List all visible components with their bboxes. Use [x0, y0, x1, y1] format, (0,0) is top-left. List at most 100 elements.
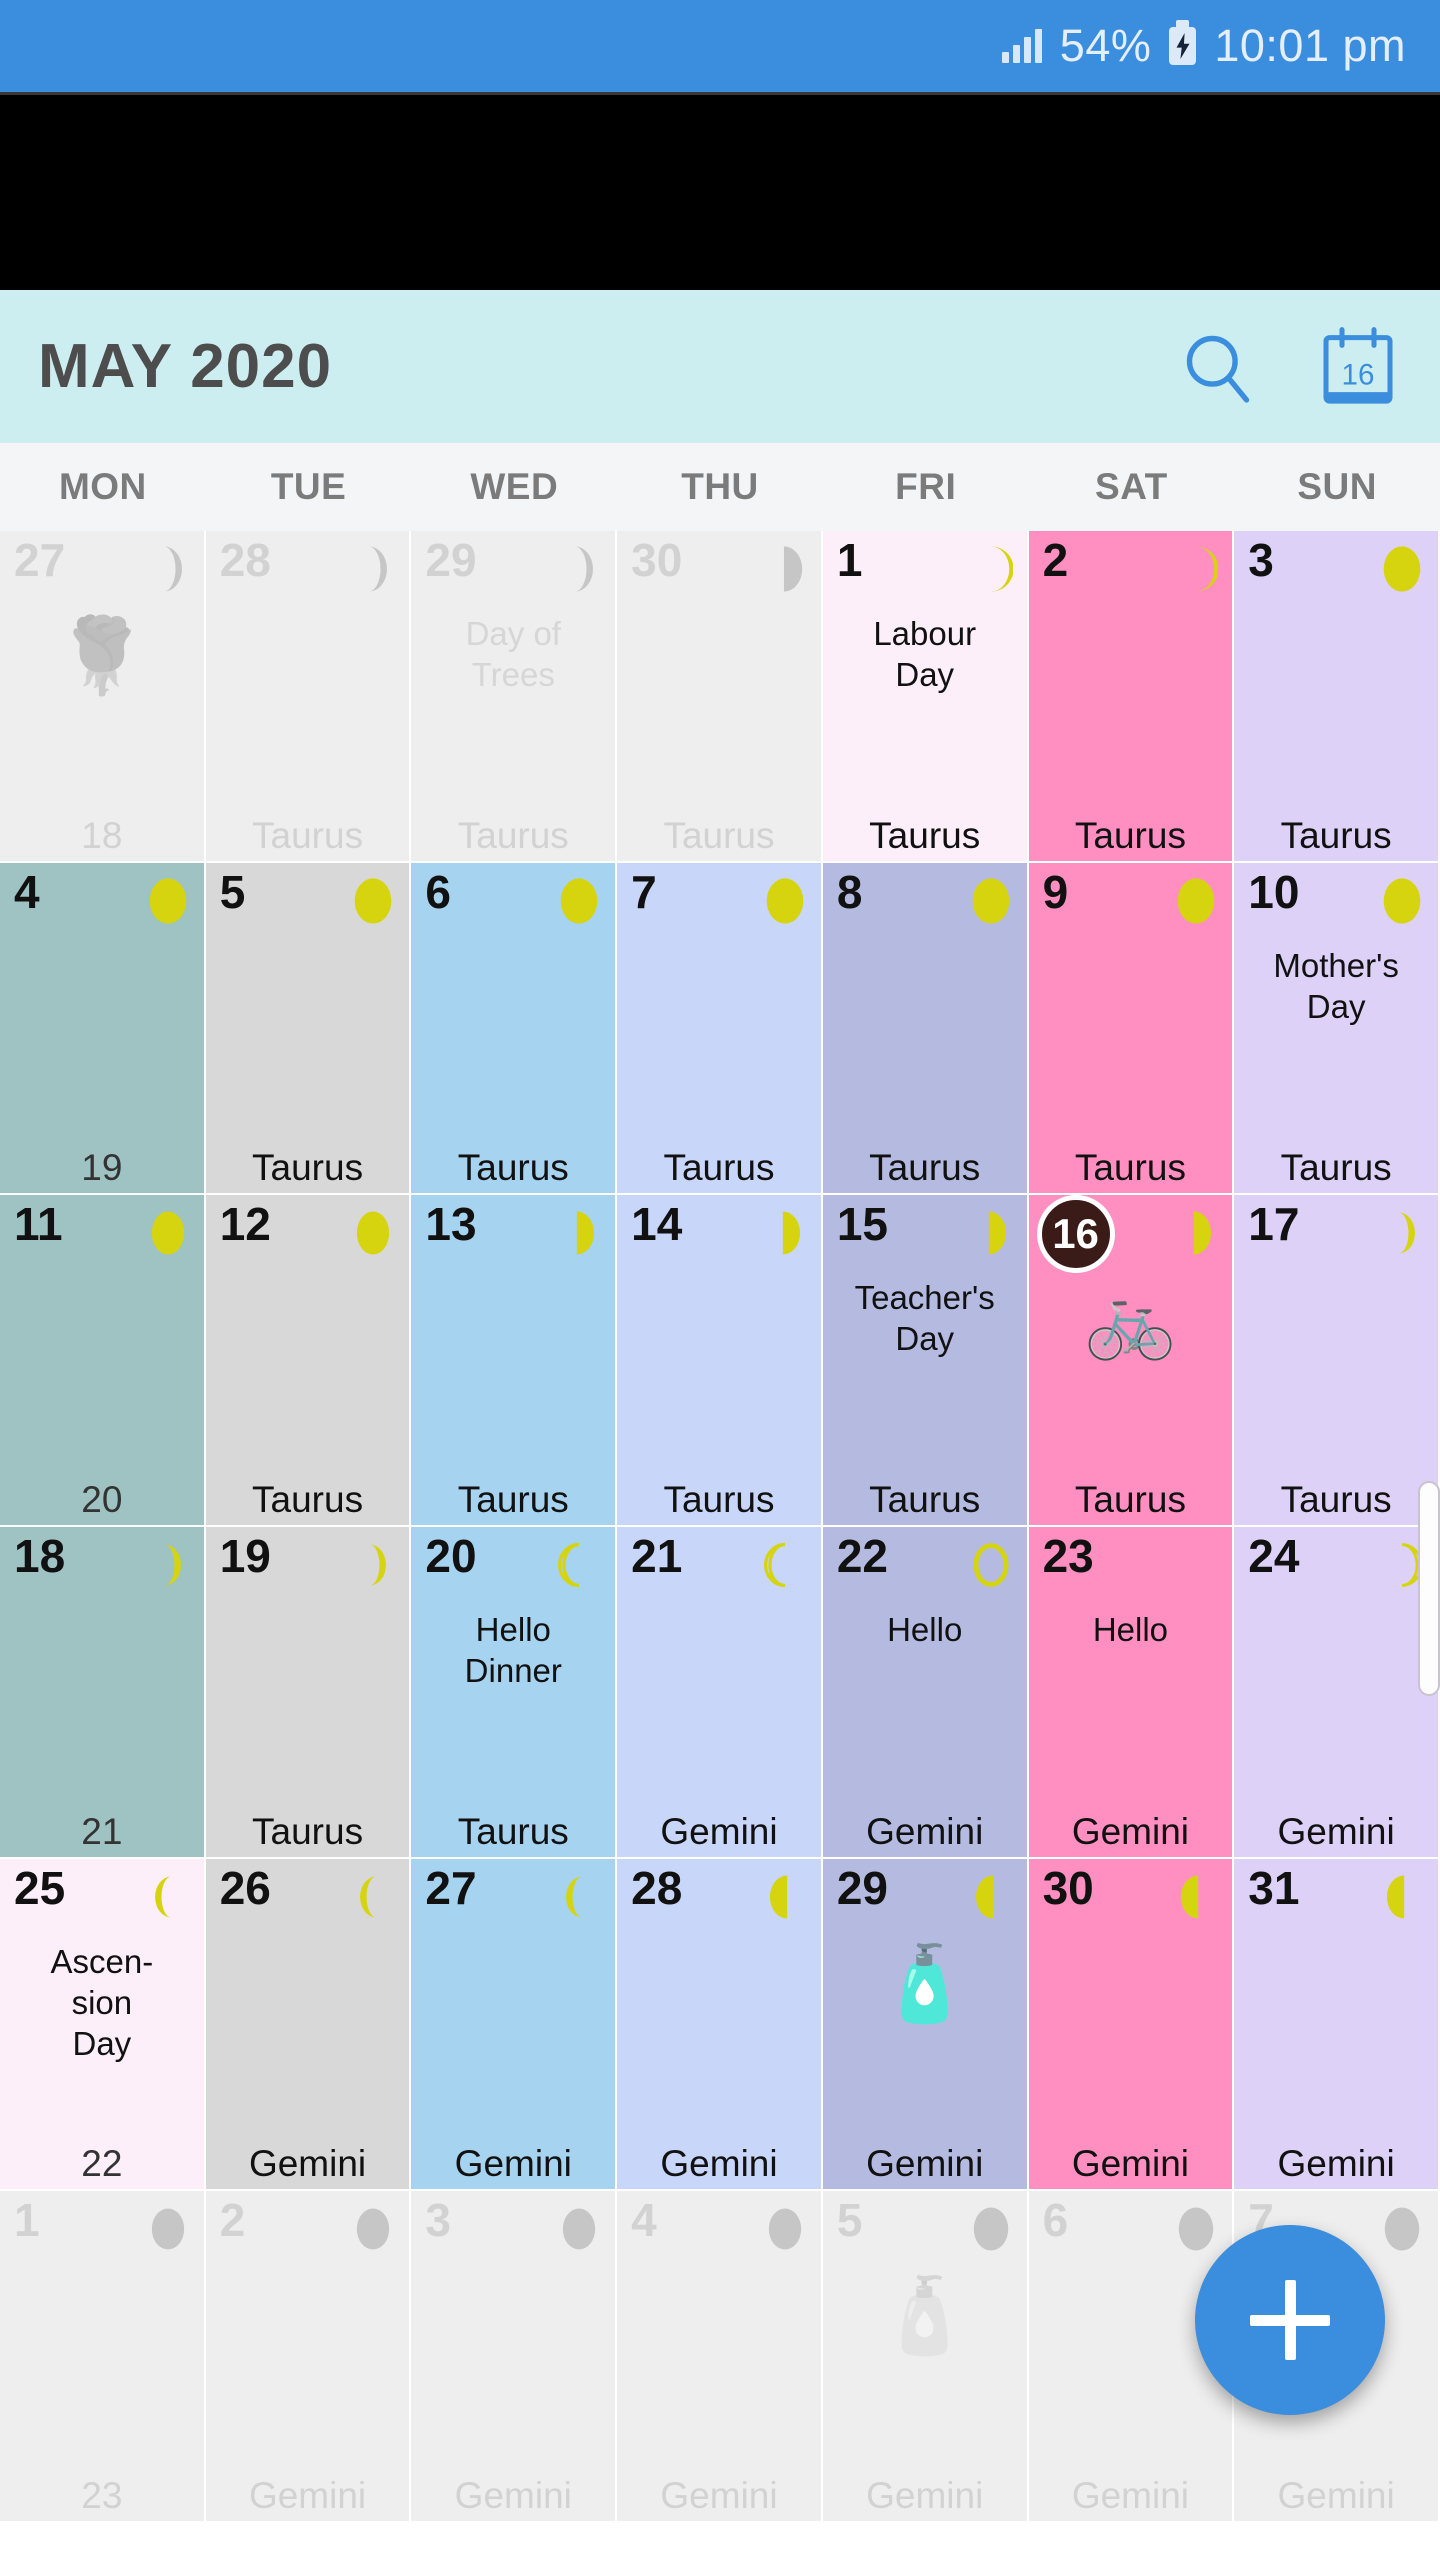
week-number-label: 21 [81, 1811, 123, 1852]
day-cell-21[interactable]: 21 Gemini [617, 1527, 823, 1859]
moon-phase-icon-waning-gibbous [1174, 541, 1219, 597]
day-cell-25[interactable]: 25 Ascen-sion Day 22 [0, 1859, 206, 2191]
moon-phase-icon-waxing-gibbous-g [351, 2201, 395, 2257]
event-emoji-icon: 🧴 [878, 2274, 971, 2357]
moon-phase-icon-full [969, 873, 1013, 929]
day-cell-28[interactable]: 28 Gemini [617, 1859, 823, 2191]
day-cell-1[interactable]: 1 Labour Day Taurus [822, 531, 1029, 863]
zodiac-sign-label: Taurus [1280, 815, 1392, 856]
day-events [415, 947, 611, 1133]
day-events: 🧴 [827, 2275, 1023, 2461]
day-cell-3-other-month[interactable]: 3 Gemini [411, 2191, 618, 2523]
day-number: 27 [14, 534, 66, 586]
event-label[interactable]: Hello [415, 1611, 611, 1650]
day-cell-5[interactable]: 5 Taurus [205, 863, 412, 1195]
day-cell-18[interactable]: 18 21 [0, 1527, 206, 1859]
day-events [415, 1279, 611, 1465]
day-cell-4-other-month[interactable]: 4 Gemini [617, 2191, 823, 2523]
day-cell-2[interactable]: 2 Taurus [1028, 531, 1235, 863]
event-emoji-icon: 🌹 [55, 614, 148, 697]
day-number: 26 [219, 1862, 271, 1914]
battery-percent-label: 54% [1059, 20, 1152, 71]
day-cell-4[interactable]: 4 19 [0, 863, 206, 1195]
vertical-scrollbar-thumb[interactable] [1418, 1481, 1440, 1696]
moon-phase-icon-full [351, 873, 395, 929]
day-events [1033, 615, 1229, 801]
day-cell-10[interactable]: 10 Mother's Day Taurus [1234, 863, 1440, 1195]
signal-bars-icon [1001, 29, 1042, 63]
calendar-today-icon[interactable]: 16 [1314, 323, 1402, 411]
day-number: 3 [1248, 534, 1274, 586]
event-label[interactable]: Labour [827, 615, 1023, 654]
search-icon[interactable] [1174, 323, 1262, 411]
day-number: 23 [1042, 1530, 1094, 1582]
day-number: 21 [631, 1530, 683, 1582]
day-cell-2-other-month[interactable]: 2 Gemini [205, 2191, 412, 2523]
moon-phase-icon-new [969, 1537, 1013, 1593]
event-label[interactable]: Teacher's [827, 1279, 1023, 1318]
day-cell-28-other-month[interactable]: 28 Taurus [205, 531, 412, 863]
day-number: 28 [219, 534, 271, 586]
day-cell-23[interactable]: 23 Hello Gemini [1028, 1527, 1235, 1859]
day-cell-22[interactable]: 22 Hello Gemini [822, 1527, 1029, 1859]
day-cell-29[interactable]: 29 🧴 Gemini [822, 1859, 1029, 2191]
day-events [621, 1279, 817, 1465]
weekday-sat: SAT [1095, 466, 1168, 507]
event-label[interactable]: Dinner [415, 1652, 611, 1691]
day-cell-29-other-month[interactable]: 29 Day of Trees Taurus [411, 531, 618, 863]
event-label[interactable]: Day of [415, 615, 611, 654]
day-cell-5-other-month[interactable]: 5 🧴 Gemini [822, 2191, 1029, 2523]
day-cell-30[interactable]: 30 Gemini [1028, 1859, 1235, 2191]
moon-phase-icon-full [1380, 873, 1424, 929]
day-cell-31[interactable]: 31 Gemini [1234, 1859, 1440, 2191]
day-number: 30 [1042, 1862, 1094, 1914]
day-cell-30-other-month[interactable]: 30 Taurus [617, 531, 823, 863]
day-cell-27[interactable]: 27 Gemini [411, 1859, 618, 2191]
event-label[interactable]: Hello [827, 1611, 1023, 1650]
event-label[interactable]: sion [4, 1984, 200, 2023]
day-cell-8[interactable]: 8 Taurus [822, 863, 1029, 1195]
status-bar: 54% 10:01 pm [0, 0, 1440, 92]
day-cell-20[interactable]: 20 Hello Dinner Taurus [411, 1527, 618, 1859]
day-cell-24[interactable]: 24 Gemini [1234, 1527, 1440, 1859]
zodiac-sign-label: Taurus [663, 1479, 775, 1520]
zodiac-sign-label: Taurus [457, 1147, 569, 1188]
day-cell-9[interactable]: 9 Taurus [1028, 863, 1235, 1195]
day-cell-11[interactable]: 11 20 [0, 1195, 206, 1527]
day-cell-3[interactable]: 3 Taurus [1234, 531, 1440, 863]
day-cell-15[interactable]: 15 Teacher's Day Taurus [822, 1195, 1029, 1527]
day-cell-19[interactable]: 19 Taurus [205, 1527, 412, 1859]
add-event-button[interactable] [1195, 2225, 1385, 2415]
day-cell-27-other-month[interactable]: 27 🌹 18 [0, 531, 206, 863]
week-number-label: 18 [81, 815, 123, 856]
zodiac-sign-label: Taurus [252, 1811, 364, 1852]
day-cell-16[interactable]: 16 🚲 Taurus [1028, 1195, 1235, 1527]
weekday-thu: THU [681, 466, 759, 507]
day-number: 6 [425, 866, 452, 918]
event-label[interactable]: Day [827, 656, 1023, 695]
zodiac-sign-label: Gemini [1277, 1811, 1395, 1852]
day-cell-14[interactable]: 14 Taurus [617, 1195, 823, 1527]
event-label[interactable]: Ascen- [4, 1943, 200, 1982]
day-cell-17[interactable]: 17 Taurus [1234, 1195, 1440, 1527]
moon-phase-icon-waning-crescent [146, 541, 190, 597]
event-label[interactable]: Hello [1033, 1611, 1229, 1650]
day-cell-12[interactable]: 12 Taurus [205, 1195, 412, 1527]
zodiac-sign-label: Gemini [1277, 2475, 1395, 2516]
moon-phase-icon-waning-gibbous-sm [351, 1205, 395, 1261]
day-cell-6[interactable]: 6 Taurus [411, 863, 618, 1195]
event-label[interactable]: Mother's [1238, 947, 1434, 986]
day-number: 14 [631, 1198, 683, 1250]
day-cell-1-other-month[interactable]: 1 23 [0, 2191, 206, 2523]
moon-phase-icon-waning-gibbous [969, 541, 1014, 597]
day-cell-26[interactable]: 26 Gemini [205, 1859, 412, 2191]
event-label[interactable]: Day [827, 1320, 1023, 1359]
day-cell-13[interactable]: 13 Taurus [411, 1195, 618, 1527]
event-label[interactable]: Day [4, 2025, 200, 2064]
event-label[interactable]: Day [1238, 988, 1434, 1027]
event-label[interactable]: Trees [415, 656, 611, 695]
zodiac-sign-label: Gemini [454, 2475, 572, 2516]
moon-phase-icon-last-quarter-y [1174, 1205, 1218, 1261]
day-cell-7[interactable]: 7 Taurus [617, 863, 823, 1195]
zodiac-sign-label: Taurus [457, 1479, 569, 1520]
